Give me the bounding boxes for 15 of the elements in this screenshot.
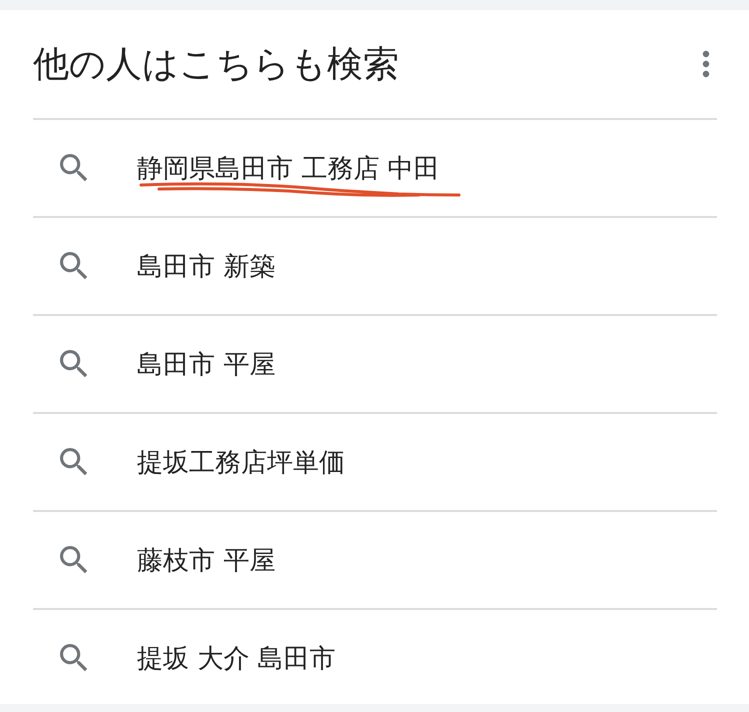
more-vert-icon [700, 48, 712, 80]
search-icon [60, 350, 88, 378]
suggestion-link[interactable]: 島田市 平屋 [33, 316, 717, 412]
suggestion-link[interactable]: 提坂 大介 島田市 [33, 610, 717, 706]
search-icon [60, 252, 88, 280]
suggestion-link[interactable]: 島田市 新築 [33, 218, 717, 314]
more-options-button[interactable] [700, 48, 712, 80]
search-icon [60, 546, 88, 574]
card-title: 他の人はこちらも検索 [33, 42, 399, 86]
search-icon [60, 448, 88, 476]
suggestion-link[interactable]: 提坂工務店坪単価 [33, 414, 717, 510]
suggestion-link[interactable]: 静岡県島田市 工務店 中田 [33, 120, 717, 216]
suggestion-link[interactable]: 藤枝市 平屋 [33, 512, 717, 608]
search-icon [60, 154, 88, 182]
search-icon [60, 644, 88, 672]
